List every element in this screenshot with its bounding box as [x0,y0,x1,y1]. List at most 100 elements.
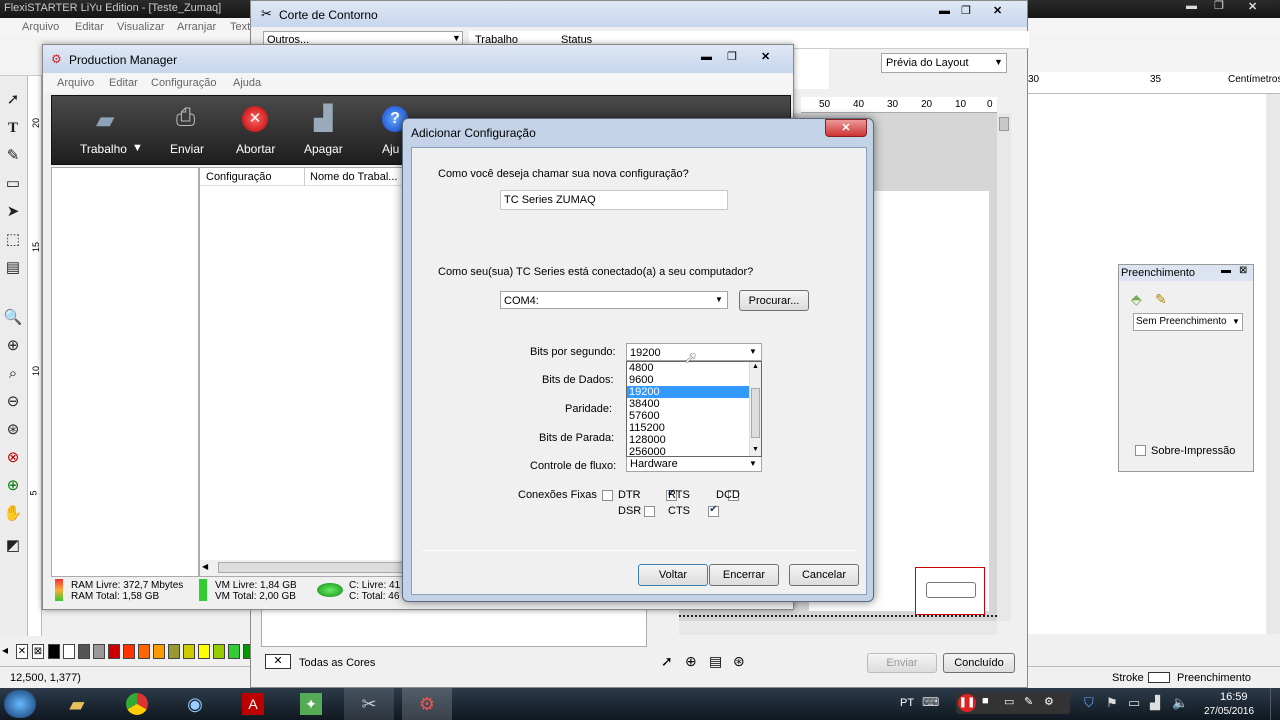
bits-option[interactable]: 115200 [627,422,749,434]
production-taskbar-icon[interactable]: ⚙ [402,688,452,720]
select-tool-icon[interactable]: ➚ [3,90,23,110]
zoom-selection-icon[interactable]: ⊕ [3,476,23,496]
port-dropdown[interactable]: COM4: ▼ [500,291,728,309]
finish-button[interactable]: Encerrar [709,564,779,586]
pm-enviar-button[interactable]: ⎙ Enviar [164,102,214,162]
flexi-taskbar-icon[interactable]: ✦ [286,688,336,720]
done-button[interactable]: Concluído [943,653,1015,673]
cut-taskbar-icon[interactable]: ✂ [344,688,394,720]
zoom-fit-icon[interactable]: ⊛ [733,653,745,670]
bits-option[interactable]: 256000 [627,446,749,458]
show-desktop-button[interactable] [1270,688,1280,720]
print-preview-icon[interactable]: ▤ [709,653,722,670]
cts-checkbox[interactable] [708,504,720,517]
eyedropper-icon[interactable]: ◩ [3,536,23,556]
no-color-swatch[interactable]: ✕ [16,644,28,659]
corte-restore-icon[interactable]: ❐ [961,4,971,17]
keyboard-icon[interactable]: ⌨ [922,695,939,709]
menu-arquivo[interactable]: Arquivo [22,21,59,33]
bits-option[interactable]: 19200 [627,386,749,398]
dtr-checkbox[interactable] [602,490,613,501]
acrobat-taskbar-icon[interactable]: A [228,688,278,720]
canvas-vscroll[interactable] [1266,94,1280,634]
menu-editar[interactable]: Editar [75,21,104,33]
rectangle-tool-icon[interactable]: ▭ [3,174,23,194]
zoom-all-icon[interactable]: ⊛ [3,420,23,440]
job-thumbnail[interactable] [915,567,985,615]
palette-swatch[interactable] [108,644,120,659]
shield-icon[interactable]: ⛉ [1084,695,1094,711]
pm-tree-pane[interactable] [51,167,199,577]
monitor-icon[interactable]: ▭ [1128,695,1140,711]
cancel-button[interactable]: Cancelar [789,564,859,586]
no-color-swatch-2[interactable]: ⊠ [32,644,44,659]
pm-menu-ajuda[interactable]: Ajuda [233,77,261,89]
palette-swatch[interactable] [183,644,195,659]
fill-panel-minimize-icon[interactable]: ▬ [1221,265,1231,276]
clock-date[interactable]: 27/05/2016 [1204,706,1254,717]
palette-swatch[interactable] [198,644,210,659]
dialog-close-button[interactable]: ✕ [825,119,867,137]
pm-close-icon[interactable]: ✕ [761,50,770,63]
palette-swatch[interactable] [78,644,90,659]
stop-icon[interactable]: ■ [982,695,989,707]
zoom-icon[interactable]: ⊕ [685,653,697,670]
scroll-down-icon[interactable]: ▼ [752,446,759,453]
pointer-icon[interactable]: ➚ [661,653,673,670]
palette-swatch[interactable] [48,644,60,659]
menu-text[interactable]: Text [230,21,250,33]
scroll-up-icon[interactable]: ▲ [752,363,759,370]
pm-trabalho-button[interactable]: ▰ Trabalho ▼ [72,102,152,162]
pm-menu-configuracao[interactable]: Configuração [151,77,216,89]
chrome-taskbar-icon[interactable] [112,688,162,720]
draw-icon[interactable]: ✎ [1024,695,1033,708]
dsr-checkbox[interactable] [644,506,656,517]
bits-list-thumb[interactable] [751,388,760,438]
main-minimize-icon[interactable]: ▬ [1186,0,1197,12]
pm-abortar-button[interactable]: ✕ Abortar [232,102,282,162]
zoom-in-icon[interactable]: ⊕ [3,336,23,356]
pm-col-jobname[interactable]: Nome do Trabal... [310,171,397,183]
preview-vscroll-thumb[interactable] [999,117,1009,131]
pm-list-pane[interactable]: Configuração Nome do Trabal... ◀ [199,167,518,577]
zoom-box-icon[interactable]: ⌕ [3,364,23,384]
flag-icon[interactable]: ⚑ [1106,695,1118,711]
explorer-taskbar-icon[interactable]: ▰ [52,688,102,720]
flow-dropdown[interactable]: Hardware ▼ [626,456,762,472]
bits-option[interactable]: 57600 [627,410,749,422]
screen-icon[interactable]: ▭ [1004,695,1014,708]
zoom-page-icon[interactable]: ⊗ [3,448,23,468]
back-button[interactable]: Voltar [638,564,708,586]
main-restore-icon[interactable]: ❐ [1214,0,1224,12]
scroll-left-icon[interactable]: ◀ [202,562,208,571]
bits-option[interactable]: 9600 [627,374,749,386]
bits-option[interactable]: 38400 [627,398,749,410]
preview-hscroll[interactable] [679,621,997,635]
shape-tool-icon[interactable]: ✎ [3,146,23,166]
menu-arranjar[interactable]: Arranjar [177,21,216,33]
app-taskbar-icon[interactable]: ◉ [170,688,220,720]
all-colors-row[interactable]: ✕ Todas as Cores [261,651,461,673]
pm-restore-icon[interactable]: ❐ [727,50,737,63]
pan-hand-icon[interactable]: ✋ [3,504,23,524]
record-icon[interactable]: ❚❚ [958,694,976,712]
pm-col-config[interactable]: Configuração [206,171,271,183]
node-tool-icon[interactable]: ➤ [3,202,23,222]
pm-menu-editar[interactable]: Editar [109,77,138,89]
bits-option[interactable]: 128000 [627,434,749,446]
send-button[interactable]: Enviar [867,653,937,673]
zoom-minus-icon[interactable]: ⊖ [3,392,23,412]
corte-close-icon[interactable]: ✕ [993,4,1002,17]
fill-bucket-icon[interactable]: ⬘ [1131,291,1142,308]
fill-panel-close-icon[interactable]: ⊠ [1239,265,1247,276]
signal-icon[interactable]: ▟ [1150,695,1160,711]
preview-vscroll[interactable] [997,113,1011,621]
start-button[interactable] [4,690,36,718]
palette-swatch[interactable] [168,644,180,659]
palette-swatch[interactable] [93,644,105,659]
pm-minimize-icon[interactable]: ▬ [701,51,712,63]
zoom-out-icon[interactable]: 🔍 [3,308,23,328]
fill-type-dropdown[interactable]: Sem Preenchimento ▼ [1133,313,1243,331]
marquee-tool-icon[interactable]: ⬚ [3,230,23,250]
language-indicator[interactable]: PT [900,697,914,709]
